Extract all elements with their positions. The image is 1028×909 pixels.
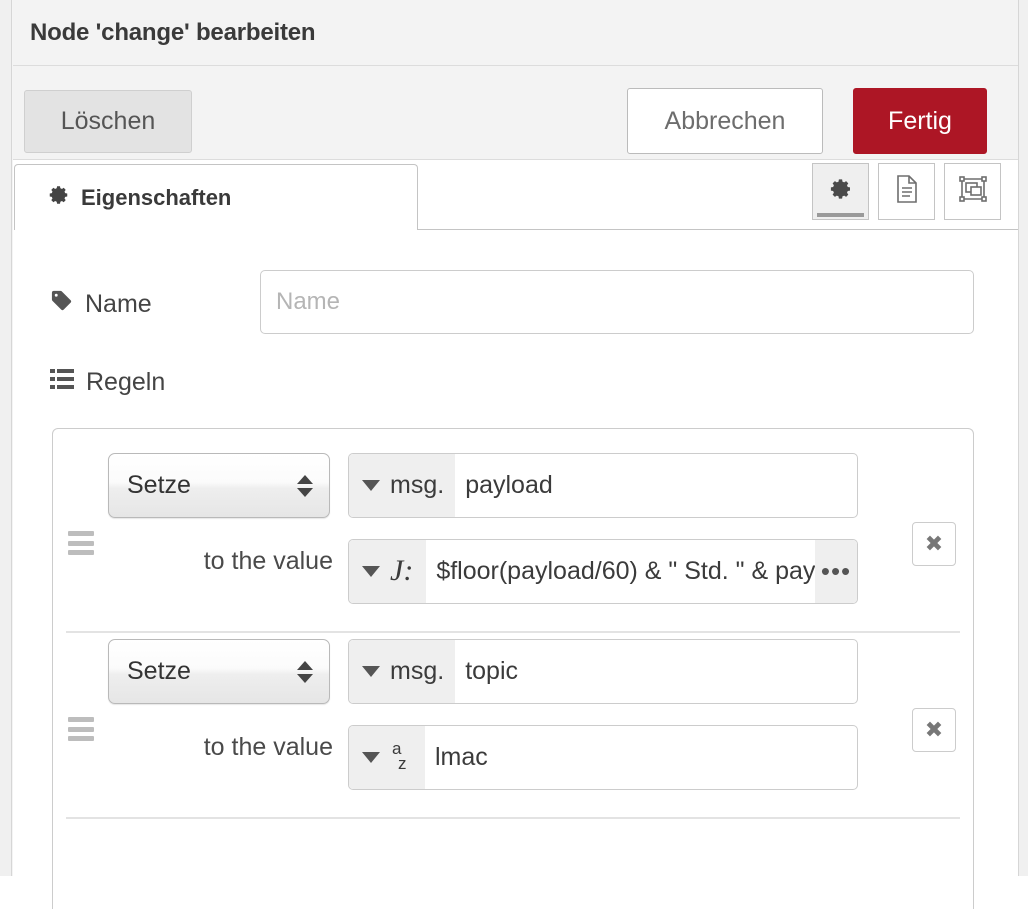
- done-button[interactable]: Fertig: [853, 88, 987, 154]
- edit-node-dialog: Node 'change' bearbeiten Löschen Abbrech…: [13, 0, 1018, 909]
- rule-action-value: Setze: [127, 471, 191, 499]
- rule-value-field[interactable]: J: $floor(payload/60) & " Std. " & pay •…: [348, 539, 858, 604]
- rules-header: Regeln: [13, 368, 1018, 416]
- cancel-button[interactable]: Abbrechen: [627, 88, 823, 154]
- rule-remove-button[interactable]: ✖: [912, 708, 956, 752]
- to-the-value-label: to the value: [203, 547, 333, 575]
- rule-target-field[interactable]: msg. payload: [348, 453, 858, 518]
- tab-strip-divider: [418, 229, 1018, 230]
- gear-icon: [829, 177, 853, 206]
- left-gutter: [0, 0, 12, 876]
- page-title: Node 'change' bearbeiten: [30, 18, 316, 46]
- appearance-objectgroup-icon-button[interactable]: [944, 163, 1001, 220]
- tab-icon-buttons: [812, 163, 1001, 220]
- stepper-arrows-icon: [297, 474, 313, 497]
- name-label: Name: [50, 289, 152, 319]
- right-gutter: [1018, 0, 1028, 876]
- rule-target-value[interactable]: payload: [455, 454, 857, 517]
- rule-row: Setze msg. topic to the value a z lmac ✖: [53, 633, 973, 819]
- rule-target-prefix: msg.: [390, 657, 445, 685]
- rule-value-text[interactable]: lmac: [425, 726, 857, 789]
- chevron-down-icon: [362, 752, 380, 763]
- delete-button[interactable]: Löschen: [24, 90, 192, 153]
- description-document-icon: [894, 174, 920, 209]
- tag-icon: [50, 289, 73, 319]
- rule-value-text[interactable]: $floor(payload/60) & " Std. " & pay: [426, 540, 815, 603]
- rule-target-value[interactable]: topic: [455, 640, 857, 703]
- rule-value-field[interactable]: a z lmac: [348, 725, 858, 790]
- rule-target-type-select[interactable]: msg.: [349, 454, 456, 517]
- expand-editor-button[interactable]: •••: [815, 540, 857, 603]
- jsonata-icon: J:: [390, 553, 414, 587]
- chevron-down-icon: [362, 666, 380, 677]
- tab-label: Eigenschaften: [81, 184, 232, 210]
- properties-gear-icon-button[interactable]: [812, 163, 869, 220]
- gear-icon: [48, 184, 70, 211]
- rule-value-type-select[interactable]: J:: [349, 540, 427, 603]
- rule-action-value: Setze: [127, 657, 191, 685]
- drag-handle[interactable]: [68, 531, 94, 555]
- rule-row: Setze msg. payload to the value J: $floo…: [53, 447, 973, 633]
- rule-target-type-select[interactable]: msg.: [349, 640, 456, 703]
- to-the-value-label: to the value: [203, 733, 333, 761]
- list-icon: [50, 368, 74, 397]
- rule-remove-button[interactable]: ✖: [912, 522, 956, 566]
- chevron-down-icon: [362, 480, 380, 491]
- name-label-text: Name: [85, 289, 152, 318]
- tab-eigenschaften[interactable]: Eigenschaften: [14, 164, 418, 230]
- description-document-icon-button[interactable]: [878, 163, 935, 220]
- tab-strip: Eigenschaften: [13, 160, 1018, 238]
- chevron-down-icon: [362, 566, 380, 577]
- name-input[interactable]: [260, 270, 974, 334]
- rule-action-select[interactable]: Setze: [108, 639, 330, 704]
- rule-value-type-select[interactable]: a z: [349, 726, 425, 789]
- properties-panel: Name Name Regeln Setze msg. payload to t…: [13, 270, 1018, 909]
- drag-handle[interactable]: [68, 717, 94, 741]
- string-az-bottom: z: [398, 753, 407, 773]
- dialog-action-bar: Löschen Abbrechen Fertig: [13, 66, 1018, 160]
- stepper-arrows-icon: [297, 660, 313, 683]
- appearance-objectgroup-icon: [958, 175, 988, 208]
- rule-target-field[interactable]: msg. topic: [348, 639, 858, 704]
- rules-label-text: Regeln: [86, 368, 166, 396]
- string-az-icon: a z: [390, 740, 414, 775]
- rule-target-prefix: msg.: [390, 471, 445, 499]
- name-row: Name: [13, 270, 1018, 354]
- rule-action-select[interactable]: Setze: [108, 453, 330, 518]
- dialog-titlebar: Node 'change' bearbeiten: [13, 0, 1018, 66]
- edit-node-dialog-window: Node 'change' bearbeiten Löschen Abbrech…: [0, 0, 1028, 909]
- rules-list-overflow-area: [53, 819, 973, 909]
- rules-label: Regeln: [50, 368, 165, 397]
- rules-list: Setze msg. payload to the value J: $floo…: [52, 428, 974, 909]
